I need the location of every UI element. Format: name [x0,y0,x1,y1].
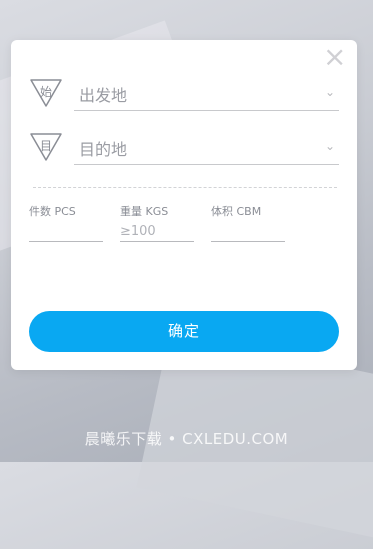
pieces-field: 件数 PCS [29,203,103,243]
pieces-input[interactable] [29,221,103,242]
destination-badge-text: 目 [39,139,52,153]
destination-badge-icon: 目 [29,132,63,162]
origin-label: 出发地 [79,86,128,105]
shipping-form-dialog: × 始 出发地 ⌄ 目 目的地 ⌄ 件数 PCS 重量 KGS ≥100 体积 … [11,40,357,370]
weight-input[interactable] [120,221,194,242]
destination-label: 目的地 [79,140,128,159]
destination-select[interactable]: 目的地 ⌄ [74,130,339,165]
volume-label: 体积 CBM [211,205,262,218]
close-icon[interactable]: × [323,43,346,71]
chevron-down-icon: ⌄ [324,85,335,99]
volume-field: 体积 CBM [211,203,285,243]
origin-badge-text: 始 [39,85,52,99]
pieces-label: 件数 PCS [29,205,76,218]
chevron-down-icon: ⌄ [324,139,335,153]
origin-select[interactable]: 出发地 ⌄ [74,76,339,111]
confirm-button[interactable]: 确定 [29,311,339,352]
volume-input[interactable] [211,221,285,242]
divider [33,187,337,188]
weight-field: 重量 KGS [120,203,194,243]
weight-label: 重量 KGS [120,205,169,218]
origin-badge-icon: 始 [29,78,63,108]
watermark: 晨曦乐下载 • CXLEDU.COM [84,430,289,448]
destination-row: 目 目的地 ⌄ [29,130,339,166]
origin-row: 始 出发地 ⌄ [29,76,339,112]
